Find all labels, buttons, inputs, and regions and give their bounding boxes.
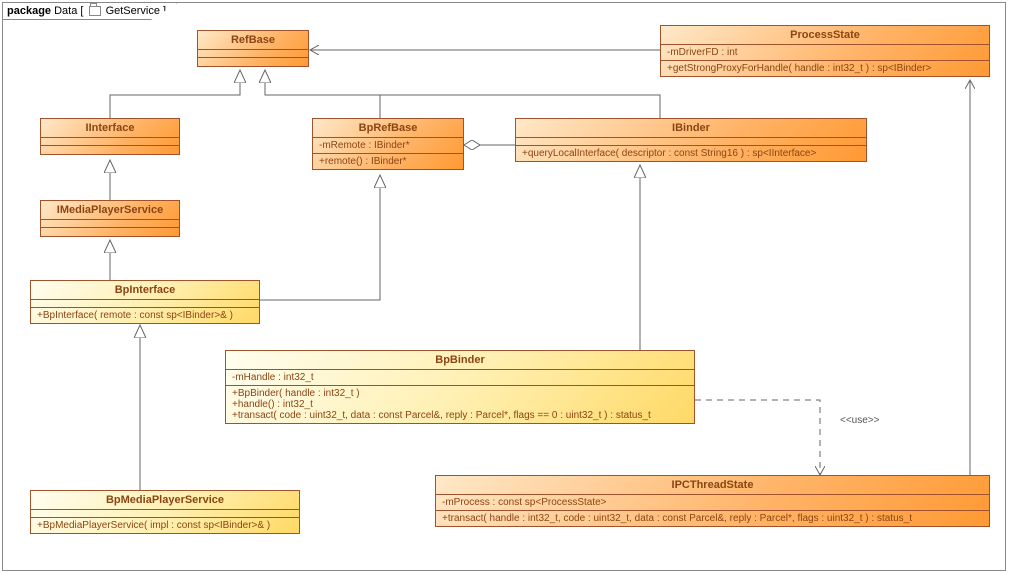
- class-name: IPCThreadState: [436, 476, 989, 495]
- class-IMediaPlayerService: IMediaPlayerService: [40, 200, 180, 237]
- class-methods: +BpInterface( remote : const sp<IBinder>…: [31, 308, 259, 323]
- package-label: package Data [ GetService ]: [3, 3, 177, 20]
- class-BpInterface: BpInterface +BpInterface( remote : const…: [30, 280, 260, 324]
- method: +handle() : int32_t: [232, 399, 688, 410]
- class-name: BpBinder: [226, 351, 694, 370]
- class-methods: +getStrongProxyForHandle( handle : int32…: [661, 61, 989, 76]
- class-methods: +transact( handle : int32_t, code : uint…: [436, 511, 989, 526]
- class-methods: +BpMediaPlayerService( impl : const sp<I…: [31, 518, 299, 533]
- class-BpBinder: BpBinder -mHandle : int32_t +BpBinder( h…: [225, 350, 695, 424]
- class-BpRefBase: BpRefBase -mRemote : IBinder* +remote() …: [312, 118, 464, 170]
- package-icon: [89, 6, 101, 16]
- class-methods: +BpBinder( handle : int32_t ) +handle() …: [226, 386, 694, 423]
- class-IPCThreadState: IPCThreadState -mProcess : const sp<Proc…: [435, 475, 990, 527]
- method: +BpInterface( remote : const sp<IBinder>…: [37, 310, 253, 321]
- diagram-name: GetService: [106, 5, 160, 17]
- class-methods: [41, 228, 179, 236]
- class-attrs: -mDriverFD : int: [661, 45, 989, 61]
- class-attrs: -mRemote : IBinder*: [313, 138, 463, 154]
- class-name: IInterface: [41, 119, 179, 138]
- class-IBinder: IBinder +queryLocalInterface( descriptor…: [515, 118, 867, 162]
- method: +BpMediaPlayerService( impl : const sp<I…: [37, 520, 293, 531]
- method: +getStrongProxyForHandle( handle : int32…: [667, 63, 983, 74]
- class-attrs: -mProcess : const sp<ProcessState>: [436, 495, 989, 511]
- class-name: ProcessState: [661, 26, 989, 45]
- method: +remote() : IBinder*: [319, 156, 457, 167]
- class-name: IMediaPlayerService: [41, 201, 179, 220]
- package-keyword: package: [7, 5, 51, 17]
- class-attrs: [41, 138, 179, 146]
- class-RefBase: RefBase: [197, 30, 309, 67]
- class-name: RefBase: [198, 31, 308, 50]
- class-BpMediaPlayerService: BpMediaPlayerService +BpMediaPlayerServi…: [30, 490, 300, 534]
- class-attrs: [31, 510, 299, 518]
- attr: -mHandle : int32_t: [232, 372, 688, 383]
- class-name: BpRefBase: [313, 119, 463, 138]
- class-methods: +remote() : IBinder*: [313, 154, 463, 169]
- attr: -mRemote : IBinder*: [319, 140, 457, 151]
- use-stereotype: <<use>>: [840, 415, 879, 426]
- class-IInterface: IInterface: [40, 118, 180, 155]
- class-name: IBinder: [516, 119, 866, 138]
- class-attrs: [41, 220, 179, 228]
- method: +transact( handle : int32_t, code : uint…: [442, 513, 983, 524]
- class-attrs: [516, 138, 866, 146]
- class-methods: +queryLocalInterface( descriptor : const…: [516, 146, 866, 161]
- class-ProcessState: ProcessState -mDriverFD : int +getStrong…: [660, 25, 990, 77]
- method: +queryLocalInterface( descriptor : const…: [522, 148, 860, 159]
- class-attrs: [198, 50, 308, 58]
- class-name: BpMediaPlayerService: [31, 491, 299, 510]
- class-name: BpInterface: [31, 281, 259, 300]
- package-name: Data: [54, 5, 77, 17]
- class-methods: [198, 58, 308, 66]
- class-methods: [41, 146, 179, 154]
- method: +BpBinder( handle : int32_t ): [232, 388, 688, 399]
- class-attrs: [31, 300, 259, 308]
- method: +transact( code : uint32_t, data : const…: [232, 410, 688, 421]
- attr: -mProcess : const sp<ProcessState>: [442, 497, 983, 508]
- class-attrs: -mHandle : int32_t: [226, 370, 694, 386]
- attr: -mDriverFD : int: [667, 47, 983, 58]
